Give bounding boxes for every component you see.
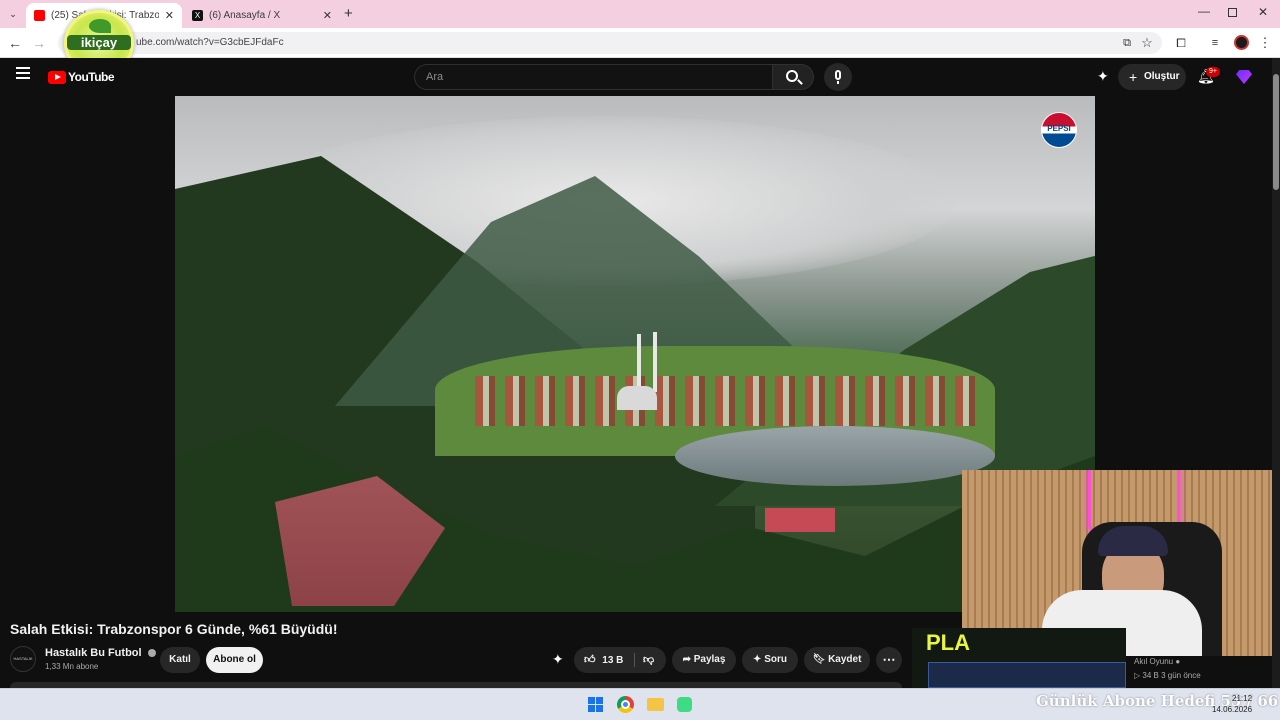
youtube-play-icon xyxy=(48,70,66,84)
voice-search-button[interactable] xyxy=(824,63,852,91)
minimize-icon[interactable]: — xyxy=(1198,4,1210,18)
ask-button[interactable]: ✦ Soru xyxy=(742,647,798,673)
verified-icon xyxy=(147,649,156,658)
subscriber-count: 1,33 Mn abone xyxy=(45,662,99,671)
browser-tab-bar: ⌄ (25) Salah Etkisi: Trabzonspor 6 ✕ X (… xyxy=(0,0,1280,28)
account-avatar[interactable] xyxy=(1236,70,1252,84)
clock-time: 21:12 xyxy=(1232,694,1253,703)
channel-name-text: Hastalık Bu Futbol xyxy=(45,647,142,659)
cast-icon[interactable]: ⧉ xyxy=(1118,34,1136,52)
youtube-logo-text: YouTube xyxy=(68,70,115,84)
lineup-board xyxy=(928,662,1126,688)
close-window-icon[interactable]: ✕ xyxy=(1258,5,1268,19)
search-button[interactable] xyxy=(772,64,814,90)
tab-search-icon[interactable]: ⌄ xyxy=(6,7,20,21)
leaf-icon xyxy=(89,19,111,33)
media-icon[interactable]: ≡ xyxy=(1206,34,1224,52)
more-actions-button[interactable]: ⋯ xyxy=(876,647,902,673)
thumbnail-text: PLA xyxy=(926,630,970,655)
video-title: Salah Etkisi: Trabzonspor 6 Günde, %61 B… xyxy=(10,621,338,637)
ai-summary-icon[interactable]: ✦ xyxy=(552,651,564,668)
profile-avatar[interactable] xyxy=(1234,35,1249,50)
restore-icon[interactable] xyxy=(1228,8,1237,17)
video-player[interactable]: PEPSI xyxy=(175,96,1095,612)
chrome-icon[interactable] xyxy=(617,696,634,713)
streamer-cap xyxy=(1098,526,1168,556)
channel-avatar[interactable]: HASTALIK xyxy=(10,646,36,672)
app-icon[interactable] xyxy=(677,697,692,712)
play-icon: ▷ xyxy=(1134,671,1141,680)
subscribe-button[interactable]: Abone ol xyxy=(206,647,263,673)
microphone-icon xyxy=(835,70,841,80)
thumbs-up-icon: 👍︎ xyxy=(584,654,596,666)
clock-date: 14.06.2026 xyxy=(1212,705,1253,714)
share-label: Paylaş xyxy=(693,654,726,665)
sponsor-logo-text: ikiçay xyxy=(67,35,131,50)
divider xyxy=(634,653,635,667)
search-input[interactable]: Ara xyxy=(414,64,772,90)
video-minaret xyxy=(653,332,657,392)
scrollbar-thumb[interactable] xyxy=(1273,74,1279,190)
plus-icon: + xyxy=(1129,69,1138,85)
forward-icon[interactable]: → xyxy=(30,34,48,52)
channel-name[interactable]: Hastalık Bu Futbol xyxy=(45,647,156,659)
youtube-logo[interactable]: YouTube xyxy=(48,70,115,84)
recommended-thumbnail[interactable]: PLA xyxy=(912,628,1126,688)
extensions-icon[interactable]: ⧠ xyxy=(1172,34,1190,52)
tab-title: (6) Anasayfa / X xyxy=(209,10,281,21)
share-icon: ➦ xyxy=(682,654,691,665)
file-explorer-icon[interactable] xyxy=(647,698,664,711)
create-button[interactable]: + Oluştur xyxy=(1118,64,1186,90)
youtube-favicon-icon xyxy=(34,10,45,21)
sparkle-icon: ✦ xyxy=(753,654,762,665)
thumbs-down-icon[interactable]: 👎︎ xyxy=(643,647,654,673)
tab-x[interactable]: X (6) Anasayfa / X ✕ xyxy=(184,3,340,28)
recommended-channel[interactable]: Akıl Oyunu ● xyxy=(1134,657,1180,666)
close-icon[interactable]: ✕ xyxy=(165,9,174,22)
url-field[interactable]: ube.com/watch?v=G3cbEJFdaFc xyxy=(58,32,1162,54)
notification-badge: 9+ xyxy=(1206,67,1220,77)
ask-label: Soru xyxy=(764,654,787,665)
join-button[interactable]: Katıl xyxy=(160,647,200,673)
back-icon[interactable]: ← xyxy=(6,34,24,52)
pepsi-logo-text: PEPSI xyxy=(1047,124,1071,133)
windows-start-icon[interactable] xyxy=(588,697,603,712)
pepsi-logo: PEPSI xyxy=(1041,112,1077,148)
recommended-views: 34 B xyxy=(1142,671,1159,680)
video-village xyxy=(475,376,975,426)
recommended-channel-name: Akıl Oyunu xyxy=(1134,657,1174,666)
bookmark-icon: 🔖︎ xyxy=(812,654,826,665)
video-mosque xyxy=(617,386,657,410)
video-lake xyxy=(675,426,995,486)
create-label: Oluştur xyxy=(1144,71,1180,82)
share-button[interactable]: ➦ Paylaş xyxy=(672,647,736,673)
new-tab-button[interactable]: + xyxy=(344,5,353,22)
like-count: 13 B xyxy=(602,655,624,666)
x-favicon-icon: X xyxy=(192,10,203,21)
video-red-roof xyxy=(765,508,835,532)
menu-kebab-icon[interactable]: ⋮ xyxy=(1256,34,1274,52)
save-label: Kaydet xyxy=(828,654,862,665)
recommended-time: 3 gün önce xyxy=(1161,671,1201,680)
ai-sparkle-icon[interactable]: ✦ xyxy=(1097,68,1109,85)
video-minaret xyxy=(637,334,641,392)
close-icon[interactable]: ✕ xyxy=(323,9,332,22)
like-button[interactable]: 👍︎ 13 B 👎︎ xyxy=(574,647,666,673)
address-bar: ← → ube.com/watch?v=G3cbEJFdaFc ⧉ ☆ ⧠ ≡ … xyxy=(0,28,1280,58)
save-button[interactable]: 🔖︎ Kaydet xyxy=(804,647,870,673)
youtube-header: YouTube Ara ✦ + Oluştur 🔔︎ 9+ xyxy=(0,58,1272,96)
recommended-meta: ▷ 34 B 3 gün önce xyxy=(1134,671,1201,680)
system-clock: 21:12 14.06.2026 xyxy=(1212,693,1252,715)
bookmark-star-icon[interactable]: ☆ xyxy=(1138,34,1156,52)
verified-icon: ● xyxy=(1175,657,1181,666)
hamburger-menu-icon[interactable] xyxy=(16,67,30,79)
